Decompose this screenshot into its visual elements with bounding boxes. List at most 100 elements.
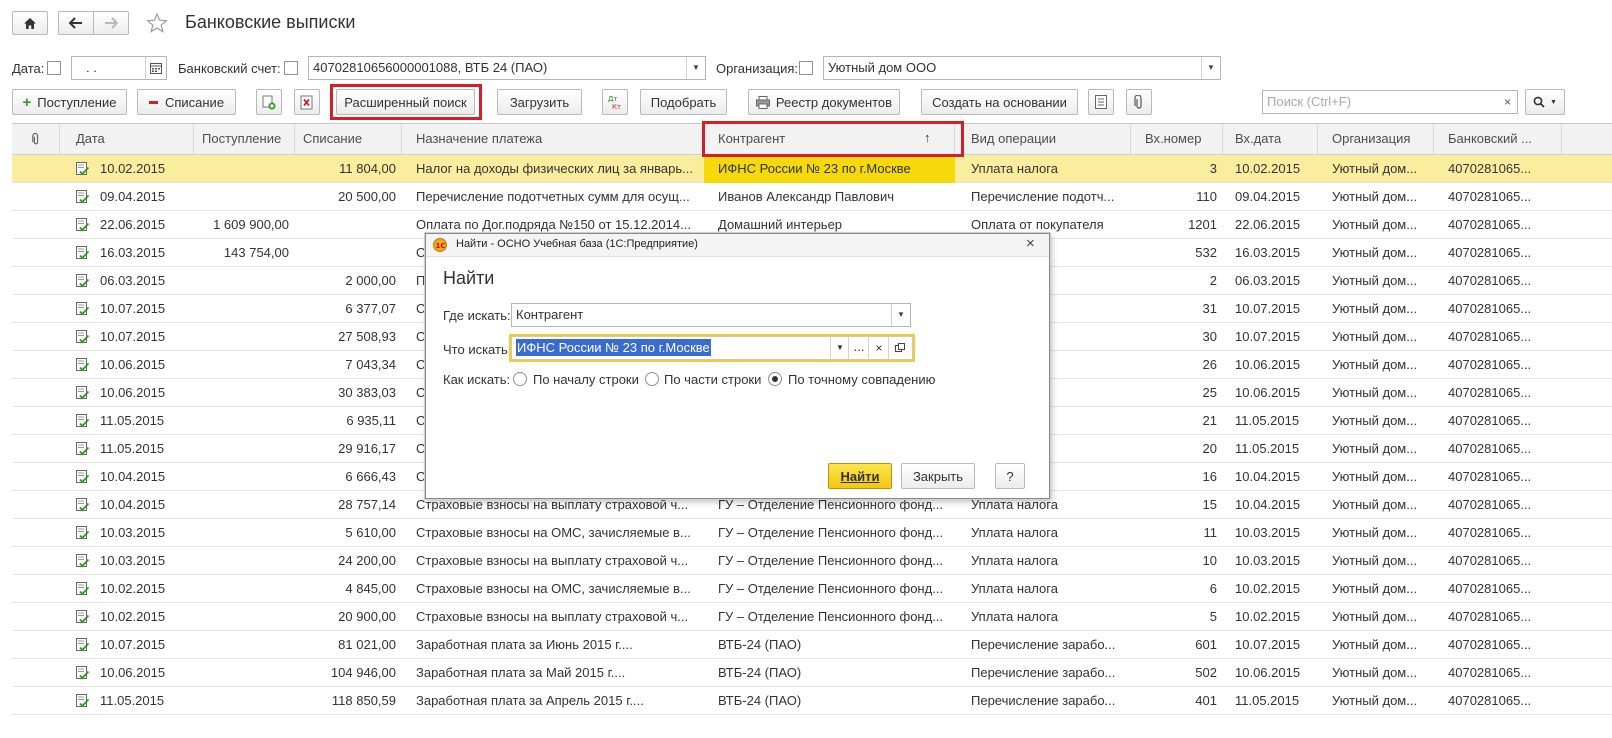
back-button[interactable]: [58, 11, 94, 35]
posted-document-icon: [76, 582, 89, 596]
posted-document-icon: [76, 246, 89, 260]
create-based-button[interactable]: Создать на основании: [921, 89, 1078, 115]
copy-button[interactable]: [256, 89, 282, 115]
calendar-icon[interactable]: [145, 57, 166, 79]
cell-in-number: 30: [1202, 329, 1217, 344]
chevron-down-icon[interactable]: ▼: [830, 337, 849, 359]
forward-button[interactable]: [93, 11, 129, 35]
arrow-left-icon: [69, 17, 82, 29]
posted-document-icon: [76, 442, 89, 456]
cell-date: 11.05.2015: [100, 413, 165, 428]
cell-income: 143 754,00: [223, 245, 289, 260]
radio-part-of-string[interactable]: [645, 372, 659, 386]
radio-exact-match[interactable]: [768, 372, 782, 386]
table-row[interactable]: 10.06.2015 104 946,00 Заработная плата за …: [12, 659, 1612, 687]
income-button[interactable]: + Поступление: [12, 89, 127, 115]
report-button[interactable]: [1088, 89, 1114, 115]
table-row[interactable]: 10.07.2015 81 021,00 Заработная плата за И…: [12, 631, 1612, 659]
column-income[interactable]: Поступление: [194, 124, 295, 154]
posted-document-icon: [76, 218, 89, 232]
cell-organization: Уютный дом...: [1332, 189, 1418, 204]
mark-delete-button[interactable]: [294, 89, 320, 115]
radio-part-label: По части строки: [664, 372, 762, 387]
cell-in-number: 1201: [1188, 217, 1217, 232]
select-button[interactable]: Подобрать: [640, 89, 727, 115]
attachment-button[interactable]: [1126, 89, 1152, 115]
cell-income: 1 609 900,00: [213, 217, 289, 232]
close-button[interactable]: Закрыть: [901, 463, 975, 489]
what-field[interactable]: ИФНС России № 23 по г.Москве ▼ ... ×: [511, 336, 913, 360]
table-row[interactable]: 10.02.2015 20 900,00 Страховые взносы на в…: [12, 603, 1612, 631]
open-icon[interactable]: [888, 337, 911, 359]
help-button[interactable]: ?: [995, 463, 1025, 489]
choose-button[interactable]: ...: [848, 337, 869, 359]
organization-field[interactable]: Уютный дом ООО ▼: [823, 56, 1221, 80]
cell-in-date: 10.06.2015: [1235, 385, 1301, 400]
cell-organization: Уютный дом...: [1332, 385, 1418, 400]
chevron-down-icon[interactable]: ▼: [686, 57, 705, 79]
cell-expense: 20 500,00: [338, 189, 396, 204]
cell-in-date: 10.02.2015: [1235, 609, 1301, 624]
star-icon[interactable]: [146, 12, 168, 34]
bank-account-checkbox[interactable]: [284, 61, 298, 75]
organization-checkbox[interactable]: [799, 61, 813, 75]
column-purpose[interactable]: Назначение платежа: [402, 124, 704, 154]
cell-expense: 104 946,00: [330, 665, 396, 680]
column-in-number[interactable]: Вх.номер: [1131, 124, 1223, 154]
paperclip-icon: [31, 133, 38, 145]
search-options-button[interactable]: ▼: [1525, 89, 1565, 115]
cell-in-number: 401: [1195, 693, 1217, 708]
close-icon[interactable]: ×: [1026, 235, 1035, 252]
organization-label: Организация:: [716, 61, 799, 76]
column-date[interactable]: Дата: [60, 124, 194, 154]
find-button[interactable]: Найти: [828, 463, 892, 489]
registry-button[interactable]: Реестр документов: [748, 89, 900, 115]
column-attachment[interactable]: [12, 124, 60, 154]
chevron-down-icon[interactable]: ▼: [891, 304, 910, 326]
where-field[interactable]: Контрагент ▼: [511, 303, 911, 327]
create-based-label: Создать на основании: [932, 94, 1067, 110]
table-row[interactable]: 10.02.2015 4 845,00 Страховые взносы на ОМ…: [12, 575, 1612, 603]
arrow-right-icon: [105, 17, 118, 29]
column-bank-account[interactable]: Банковский ...: [1434, 124, 1562, 154]
table-row[interactable]: 10.03.2015 5 610,00 Страховые взносы на ОМ…: [12, 519, 1612, 547]
cell-in-date: 06.03.2015: [1235, 273, 1301, 288]
home-button[interactable]: [12, 11, 48, 35]
cell-operation-type: Перечисление зарабо...: [971, 665, 1116, 680]
table-row[interactable]: 10.02.2015 11 804,00 Налог на доходы физич…: [12, 155, 1612, 183]
cell-expense: 11 804,00: [339, 161, 396, 176]
table-row[interactable]: 11.05.2015 118 850,59 Заработная плата за …: [12, 687, 1612, 715]
bank-account-value: 40702810656000001088, ВТБ 24 (ПАО): [313, 60, 548, 75]
cell-in-number: 16: [1202, 469, 1217, 484]
cell-bank-account: 4070281065...: [1448, 217, 1532, 232]
search-input[interactable]: Поиск (Ctrl+F) ×: [1262, 90, 1518, 114]
load-button[interactable]: Загрузить: [497, 89, 582, 115]
column-in-date[interactable]: Вх.дата: [1223, 124, 1318, 154]
cell-counterparty: ГУ – Отделение Пенсионного фонд...: [718, 581, 944, 596]
registry-button-label: Реестр документов: [775, 94, 893, 110]
expense-button[interactable]: Списание: [137, 89, 236, 115]
cell-operation-type: Перечисление зарабо...: [971, 693, 1116, 708]
cell-in-number: 20: [1202, 441, 1217, 456]
cell-income: [194, 435, 295, 463]
table-row[interactable]: 09.04.2015 20 500,00 Перечисление подотчет…: [12, 183, 1612, 211]
cell-bank-account: 4070281065...: [1448, 189, 1532, 204]
cell-expense: 7 043,34: [345, 357, 396, 372]
clear-icon[interactable]: ×: [868, 337, 889, 359]
date-field[interactable]: . .: [71, 56, 167, 80]
bank-account-field[interactable]: 40702810656000001088, ВТБ 24 (ПАО) ▼: [308, 56, 706, 80]
posted-document-icon: [76, 554, 89, 568]
column-expense[interactable]: Списание: [295, 124, 402, 154]
highlight-frame-counterparty: [702, 121, 964, 157]
column-operation-type[interactable]: Вид операции: [955, 124, 1131, 154]
column-organization[interactable]: Организация: [1318, 124, 1434, 154]
clear-icon[interactable]: ×: [1504, 91, 1511, 113]
table-row[interactable]: 10.03.2015 24 200,00 Страховые взносы на в…: [12, 547, 1612, 575]
radio-start-of-string[interactable]: [513, 372, 527, 386]
date-checkbox[interactable]: [47, 61, 61, 75]
dt-kt-button[interactable]: Дт Кт: [602, 89, 628, 115]
cell-in-number: 6: [1209, 581, 1217, 596]
posted-document-icon: [76, 386, 89, 400]
chevron-down-icon[interactable]: ▼: [1201, 57, 1220, 79]
cell-in-number: 110: [1196, 189, 1217, 204]
